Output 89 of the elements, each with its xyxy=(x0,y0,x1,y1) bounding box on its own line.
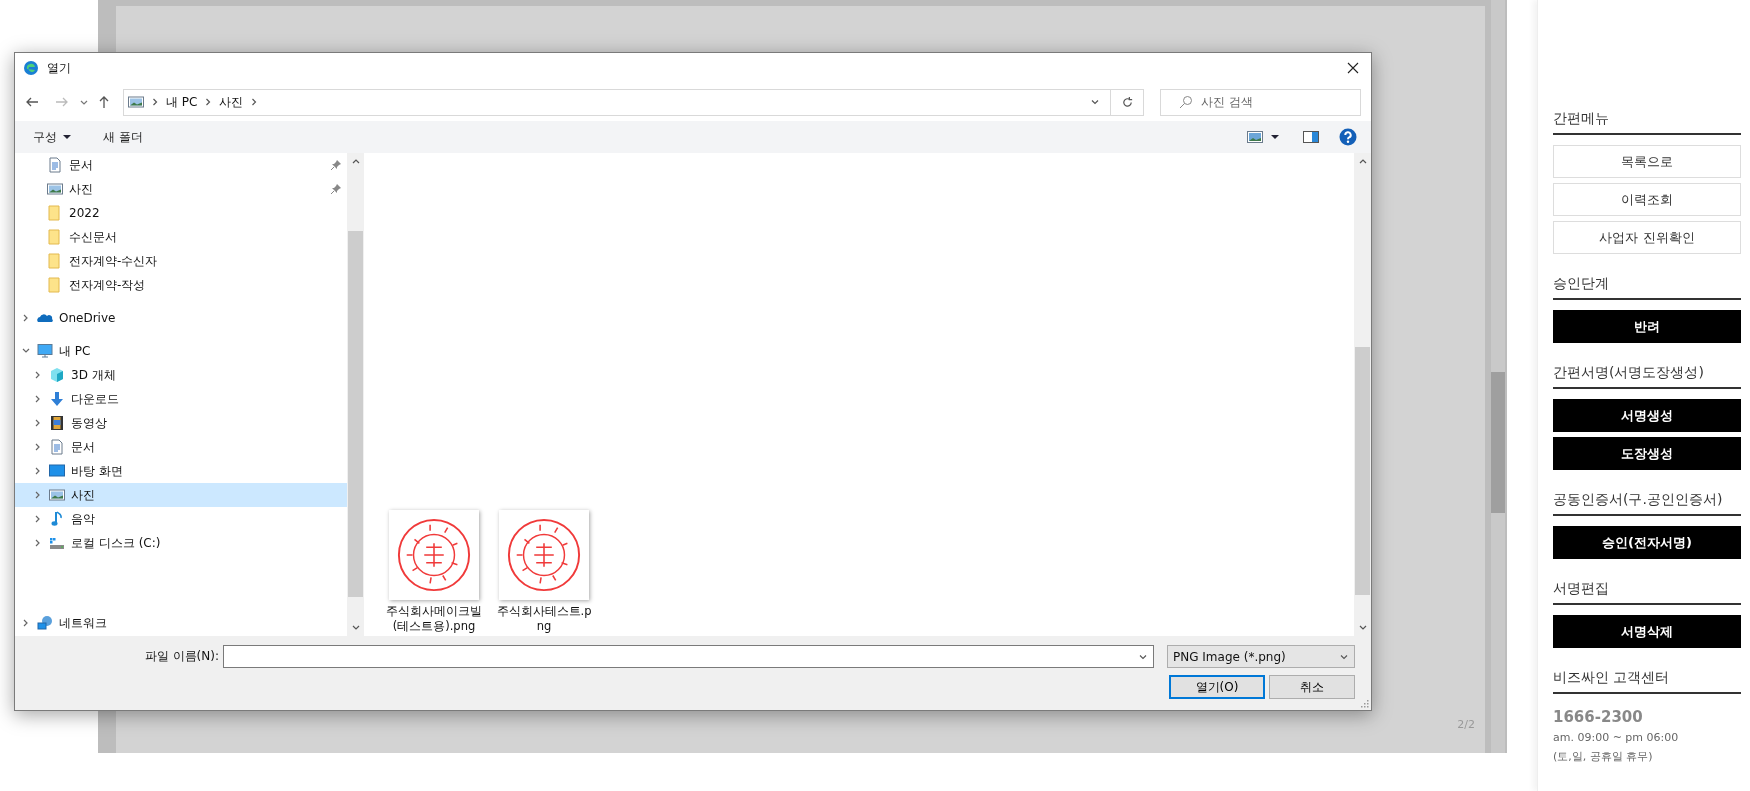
support-hours: am. 09:00 ~ pm 06:00 xyxy=(1553,731,1680,744)
chevron-down-icon[interactable] xyxy=(1090,97,1100,107)
section-heading: 승인단계 xyxy=(1553,275,1741,300)
folder-icon xyxy=(47,253,63,269)
chevron-right-icon[interactable] xyxy=(150,97,160,107)
page-indicator: 2/2 xyxy=(1457,718,1475,731)
file-name[interactable]: 주식회사메이크빌(테스트용).png xyxy=(386,604,482,634)
nav-tree-item[interactable]: OneDrive xyxy=(15,306,347,330)
section-heading: 간편서명(서명도장생성) xyxy=(1553,364,1741,389)
section-heading: 간편메뉴 xyxy=(1553,110,1741,135)
music-note-icon xyxy=(49,511,65,527)
refresh-button[interactable] xyxy=(1111,88,1144,116)
nav-tree-item[interactable]: 3D 개체 xyxy=(15,363,347,387)
section-heading: 공동인증서(구.공인인증서) xyxy=(1553,491,1741,516)
quick-access-item[interactable]: 문서 xyxy=(15,153,347,177)
quick-access-item[interactable]: 2022 xyxy=(15,201,347,225)
window-title: 열기 xyxy=(47,59,71,77)
preview-pane-icon[interactable] xyxy=(1303,129,1319,145)
section-heading: 비즈싸인 고객센터 xyxy=(1553,669,1741,694)
nav-tree-item[interactable]: 문서 xyxy=(15,435,347,459)
back-arrow-icon[interactable] xyxy=(25,95,39,109)
caret-icon[interactable] xyxy=(63,133,71,141)
download-icon xyxy=(49,391,65,407)
quick-access-item[interactable]: 사진 xyxy=(15,177,347,201)
folder-icon xyxy=(47,277,63,293)
film-icon xyxy=(49,415,65,431)
organize-menu[interactable]: 구성 xyxy=(29,126,75,148)
breadcrumb[interactable]: 사진 xyxy=(219,93,244,111)
nav-tree-item[interactable]: 음악 xyxy=(15,507,347,531)
resize-grip-icon[interactable] xyxy=(1361,700,1369,708)
scrollbar[interactable] xyxy=(1491,0,1505,753)
picture-icon xyxy=(49,487,65,503)
scrollbar-thumb[interactable] xyxy=(348,231,363,597)
document-icon xyxy=(47,157,63,173)
nav-tree-item[interactable]: 로컬 디스크 (C:) xyxy=(15,531,347,555)
nav-tree-item[interactable]: 네트워크 xyxy=(15,611,347,635)
cube-icon xyxy=(49,367,65,383)
computer-icon xyxy=(37,343,53,359)
folder-icon xyxy=(47,229,63,245)
nav-tree-item[interactable]: 내 PC xyxy=(15,339,347,363)
nav-tree-item[interactable]: 동영상 xyxy=(15,411,347,435)
view-icon[interactable] xyxy=(1247,129,1263,145)
support-note: (토,일, 공휴일 휴무) xyxy=(1553,749,1654,764)
image-thumbnail[interactable] xyxy=(389,510,479,601)
scrollbar-thumb[interactable] xyxy=(1355,347,1370,595)
desktop-icon xyxy=(49,463,65,479)
scrollbar[interactable] xyxy=(1354,153,1371,636)
file-type-dropdown[interactable]: PNG Image (*.png) xyxy=(1167,645,1355,668)
scrollbar-thumb[interactable] xyxy=(1491,372,1505,513)
quick-access-item[interactable]: 전자계약-작성 xyxy=(15,273,347,297)
nav-tree-item[interactable]: 바탕 화면 xyxy=(15,459,347,483)
side-menu-button[interactable]: 사업자 진위확인 xyxy=(1553,221,1741,254)
file-name-field[interactable] xyxy=(223,645,1154,668)
app-icon xyxy=(23,60,39,76)
side-menu-button[interactable]: 이력조회 xyxy=(1553,183,1741,216)
image-thumbnail[interactable] xyxy=(499,510,589,601)
help-icon[interactable] xyxy=(1339,128,1357,146)
scrollbar[interactable] xyxy=(347,153,364,636)
breadcrumb[interactable]: 내 PC xyxy=(166,93,198,111)
search-icon xyxy=(1179,95,1193,109)
side-menu-button[interactable]: 목록으로 xyxy=(1553,145,1741,178)
cancel-button[interactable]: 취소 xyxy=(1269,675,1355,699)
side-menu-button[interactable]: 반려 xyxy=(1553,310,1741,343)
file-name[interactable]: 주식회사테스트.png xyxy=(496,604,592,634)
close-icon[interactable] xyxy=(1347,62,1359,74)
document-icon xyxy=(49,439,65,455)
phone-number: 1666-2300 xyxy=(1553,708,1644,726)
nav-tree-item[interactable]: 사진 xyxy=(15,483,347,507)
picture-icon xyxy=(47,181,63,197)
section-heading: 서명편집 xyxy=(1553,580,1741,605)
new-folder-button[interactable]: 새 폴더 xyxy=(99,126,147,148)
side-menu-button[interactable]: 서명생성 xyxy=(1553,399,1741,432)
side-menu-button[interactable]: 승인(전자서명) xyxy=(1553,526,1741,559)
network-icon xyxy=(37,615,53,631)
picture-icon xyxy=(128,94,144,110)
drive-icon xyxy=(49,535,65,551)
file-name-label: 파일 이름(N): xyxy=(144,648,219,665)
side-menu-button[interactable]: 서명삭제 xyxy=(1553,615,1741,648)
side-menu-button[interactable]: 도장생성 xyxy=(1553,437,1741,470)
up-arrow-icon[interactable] xyxy=(97,95,111,109)
open-button[interactable]: 열기(O) xyxy=(1169,675,1265,699)
quick-access-item[interactable]: 수신문서 xyxy=(15,225,347,249)
refresh-icon xyxy=(1120,95,1134,109)
nav-tree-item[interactable]: 다운로드 xyxy=(15,387,347,411)
folder-icon xyxy=(47,205,63,221)
quick-access-item[interactable]: 전자계약-수신자 xyxy=(15,249,347,273)
address-bar[interactable]: 내 PC 사진 xyxy=(123,88,1111,116)
search-field[interactable]: 사진 검색 xyxy=(1160,88,1361,116)
caret-icon[interactable] xyxy=(1271,133,1279,141)
